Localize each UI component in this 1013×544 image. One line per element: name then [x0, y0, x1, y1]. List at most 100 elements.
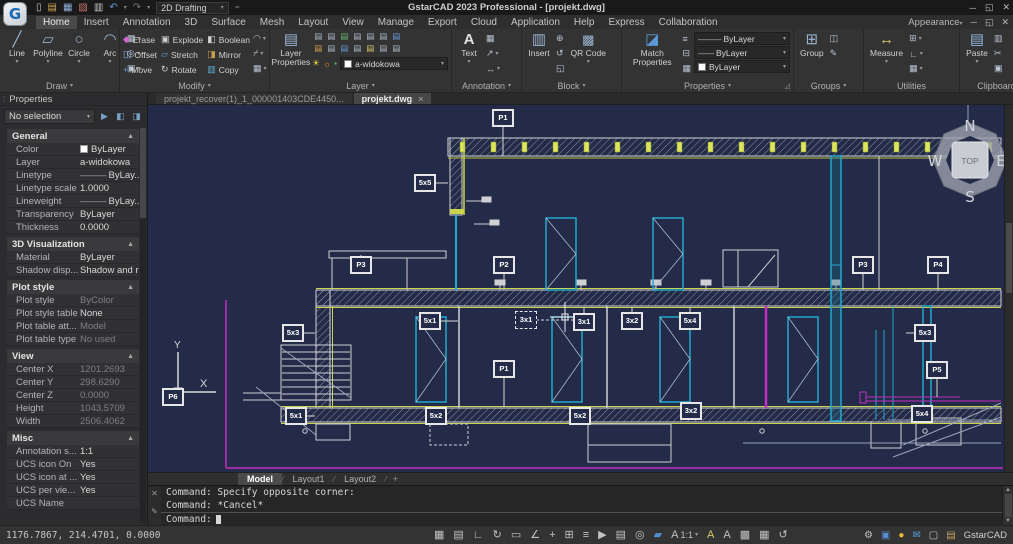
menu-insert[interactable]: Insert — [77, 16, 116, 29]
layer-tool-icon[interactable]: ▤ — [351, 43, 364, 55]
notification-bulb-icon[interactable]: ● — [898, 530, 904, 541]
plan-tag-p4[interactable]: P4 — [927, 256, 949, 274]
menu-help[interactable]: Help — [567, 16, 602, 29]
property-value[interactable]: Model — [80, 321, 139, 332]
compass-north[interactable]: N — [964, 117, 975, 135]
palette-section-general[interactable]: General▲ — [7, 129, 139, 143]
tab-model[interactable]: Model — [238, 473, 282, 486]
plan-tag-5x4[interactable]: 5x4 — [911, 405, 933, 423]
match-properties-button[interactable]: ◪Match Properties — [625, 30, 679, 79]
text-button[interactable]: AText▾ — [455, 30, 483, 79]
command-scrollbar[interactable]: ▲ ▼ — [1002, 486, 1013, 525]
lineweight-combo[interactable]: ——ByLayer▾ — [694, 46, 790, 59]
palette-section-plot-style[interactable]: Plot style▲ — [7, 280, 139, 294]
line-button[interactable]: ╱Line▾ — [3, 30, 31, 79]
doc-minimize-button[interactable]: ─ — [971, 17, 977, 27]
layer-tool-icon[interactable]: ▤ — [338, 43, 351, 55]
point-style-button[interactable]: ∟▾ — [909, 47, 923, 60]
drawing-vertical-scrollbar[interactable] — [1004, 105, 1013, 472]
fillet-button[interactable]: ◠▾ — [253, 32, 267, 45]
menu-cloud[interactable]: Cloud — [464, 16, 504, 29]
property-row-color[interactable]: ColorByLayer — [7, 143, 139, 156]
insert-block-button[interactable]: ▥Insert — [525, 30, 553, 79]
property-value[interactable]: ———ByLay... — [80, 170, 139, 181]
property-row-height[interactable]: Height1043.5709 — [7, 402, 139, 415]
display-icon[interactable]: ▢ — [929, 530, 938, 541]
property-value[interactable]: No used — [80, 334, 139, 345]
color-tools-icon[interactable]: ▦ — [682, 62, 691, 75]
ungroup-button[interactable]: ◫ — [830, 32, 839, 45]
doc-tab-projekt-dwg[interactable]: projekt.dwg× — [354, 93, 432, 104]
erase-button[interactable]: ◆Erase — [123, 32, 157, 47]
plan-tag-5x5[interactable]: 5x5 — [414, 174, 436, 192]
appearance-menu[interactable]: Appearance▾ — [908, 17, 962, 28]
layer-tool-icon[interactable]: ▤ — [377, 43, 390, 55]
property-row-transparency[interactable]: TransparencyByLayer — [7, 208, 139, 221]
offset-button[interactable]: ◫Offset — [123, 47, 157, 62]
undo-dropdown-icon[interactable]: ▾ — [124, 4, 127, 11]
redo-dropdown-icon[interactable]: ▾ — [147, 4, 150, 11]
panel-label-groups[interactable]: Groups▾ — [794, 79, 863, 92]
view-cube[interactable]: TOP N S W E — [928, 117, 1004, 206]
open-file-icon[interactable]: ▤ — [48, 3, 57, 13]
layer-tool-icon[interactable]: ▤ — [338, 31, 351, 43]
property-value[interactable]: ByLayer — [80, 144, 139, 155]
close-tab-icon[interactable]: × — [418, 94, 423, 104]
chevron-down-icon[interactable]: ▾ — [15, 58, 18, 65]
folder-icon[interactable]: ▤ — [946, 530, 955, 541]
copy-button[interactable]: ▥Copy — [207, 62, 250, 77]
property-value[interactable]: ByColor — [80, 295, 139, 306]
property-row-material[interactable]: MaterialByLayer — [7, 251, 139, 264]
paste-button[interactable]: ▤Paste▾ — [963, 30, 991, 79]
menu-collaboration[interactable]: Collaboration — [652, 16, 725, 29]
polyline-button[interactable]: ▱Polyline▾ — [34, 30, 62, 79]
property-value[interactable]: 0.0000 — [80, 222, 139, 233]
panel-label-utilities[interactable]: Utilities — [864, 79, 959, 92]
property-row-linetype-scale[interactable]: Linetype scale1.0000 — [7, 182, 139, 195]
undo-icon[interactable]: ↶ — [109, 3, 117, 13]
command-input[interactable]: Command: — [161, 512, 1002, 526]
explode-button[interactable]: ▣Explode — [161, 32, 203, 47]
measure-button[interactable]: ↔Measure▾ — [867, 30, 906, 79]
chevron-down-icon[interactable]: ▾ — [467, 58, 470, 65]
chevron-down-icon[interactable]: ▾ — [975, 58, 978, 65]
palette-title-bar[interactable]: ⁞Properties — [0, 93, 147, 106]
layer-tool-icon[interactable]: ▤ — [351, 31, 364, 43]
layer-tool-icon[interactable]: ▤ — [325, 31, 338, 43]
linetype-tools-icon[interactable]: ≡ — [682, 32, 691, 45]
leader-button[interactable]: ↗▾ — [486, 47, 500, 60]
object-snap-icon[interactable]: ▭ — [511, 530, 521, 541]
menu-mesh[interactable]: Mesh — [253, 16, 291, 29]
plan-tag-5x3[interactable]: 5x3 — [914, 324, 936, 342]
property-row-ucs-per-vie[interactable]: UCS per vie...Yes — [7, 484, 139, 497]
panel-label-annotation[interactable]: Annotation▾ — [452, 79, 521, 92]
property-row-ucs-name[interactable]: UCS Name — [7, 497, 139, 510]
quick-select-button[interactable]: ▦▾ — [909, 62, 923, 75]
plan-tag-p2[interactable]: P2 — [493, 256, 515, 274]
layer-lock-icon[interactable]: ▪ — [334, 59, 337, 68]
copy-clip-button[interactable]: ▥ — [994, 32, 1003, 45]
doc-restore-button[interactable]: ◱ — [985, 17, 994, 28]
property-value[interactable]: ByLayer — [80, 209, 139, 220]
menu-view[interactable]: View — [335, 16, 371, 29]
scroll-up-icon[interactable]: ▲ — [1005, 487, 1011, 493]
color-combo[interactable]: ByLayer▾ — [694, 60, 790, 73]
snap-icon[interactable]: ▦ — [434, 530, 444, 541]
cut-button[interactable]: ✂ — [994, 47, 1003, 60]
property-row-plot-style-table[interactable]: Plot style tableNone — [7, 307, 139, 320]
menu-export[interactable]: Export — [421, 16, 464, 29]
property-value[interactable]: 298.6290 — [80, 377, 139, 388]
plan-tag-5x3[interactable]: 5x3 — [282, 324, 304, 342]
chevron-down-icon[interactable]: ▾ — [885, 58, 888, 65]
qr-code-button[interactable]: ▩QR Code▾ — [568, 30, 609, 79]
rotate-button[interactable]: ↻Rotate — [161, 62, 203, 77]
properties-dialog-launcher[interactable]: ◿ — [785, 82, 790, 90]
layer-on-bulb-icon[interactable]: ☀ — [312, 58, 320, 69]
property-row-center-y[interactable]: Center Y298.6290 — [7, 376, 139, 389]
dots-grid-icon[interactable]: ▩ — [740, 530, 750, 541]
block-attribute-button[interactable]: ◱ — [556, 62, 565, 75]
plan-tag-p3[interactable]: P3 — [852, 256, 874, 274]
property-row-center-x[interactable]: Center X1201.2693 — [7, 363, 139, 376]
stretch-button[interactable]: ▱Stretch — [161, 47, 203, 62]
dynamic-input-icon[interactable]: ⊞ — [565, 530, 574, 541]
